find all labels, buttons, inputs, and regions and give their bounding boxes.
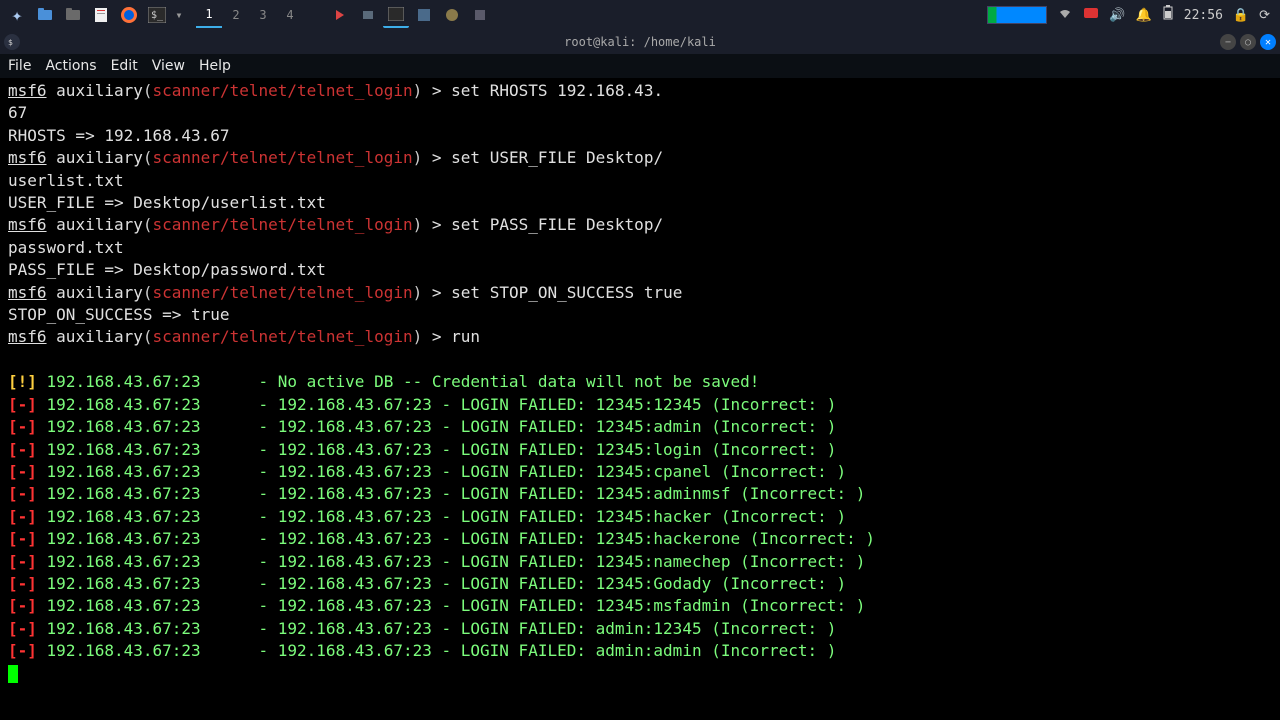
dropdown-icon[interactable]: ▾ [172,2,186,28]
terminal-output[interactable]: msf6 auxiliary(scanner/telnet/telnet_log… [0,78,1280,720]
record-icon[interactable] [1083,6,1099,24]
window-minimize-button[interactable]: − [1220,34,1236,50]
notification-icon[interactable]: 🔔 [1136,8,1152,23]
menu-file[interactable]: File [8,58,31,74]
power-icon[interactable]: ⟳ [1259,8,1270,23]
workspace-2[interactable]: 2 [223,2,249,28]
window-title: root@kali: /home/kali [564,35,716,49]
battery-icon[interactable] [1162,5,1174,25]
terminal-window: $ root@kali: /home/kali − ○ ✕ File Actio… [0,30,1280,720]
desktop-taskbar: ✦ $_ ▾ 1 2 3 4 [0,0,1280,30]
svg-text:$: $ [8,38,13,47]
terminal-cursor [8,665,18,683]
wifi-icon[interactable] [1057,6,1073,24]
app-icon[interactable] [327,2,353,28]
cpu-graph[interactable] [987,6,1047,24]
firefox-icon[interactable] [116,2,142,28]
text-editor-icon[interactable] [88,2,114,28]
window-titlebar[interactable]: $ root@kali: /home/kali − ○ ✕ [0,30,1280,54]
app-icon[interactable] [411,2,437,28]
window-icon[interactable]: $ [4,34,20,50]
app-icon[interactable] [467,2,493,28]
terminal-icon[interactable]: $_ [144,2,170,28]
app-icon[interactable] [355,2,381,28]
files-icon[interactable] [32,2,58,28]
files2-icon[interactable] [60,2,86,28]
kali-menu-icon[interactable]: ✦ [4,2,30,28]
svg-text:$_: $_ [151,10,164,21]
volume-icon[interactable]: 🔊 [1109,8,1125,23]
app-icon[interactable] [439,2,465,28]
window-maximize-button[interactable]: ○ [1240,34,1256,50]
workspace-4[interactable]: 4 [277,2,303,28]
workspace-3[interactable]: 3 [250,2,276,28]
system-tray: 🔊 🔔 22:56 🔒 ⟳ [987,5,1276,25]
workspace-switcher: 1 2 3 4 [196,2,303,28]
menu-actions[interactable]: Actions [45,58,96,74]
menubar: File Actions Edit View Help [0,54,1280,78]
menu-edit[interactable]: Edit [111,58,138,74]
taskbar-terminal-window[interactable] [383,2,409,28]
workspace-1[interactable]: 1 [196,2,222,28]
clock[interactable]: 22:56 [1184,8,1223,23]
menu-help[interactable]: Help [199,58,231,74]
window-close-button[interactable]: ✕ [1260,34,1276,50]
lock-icon[interactable]: 🔒 [1233,8,1249,23]
menu-view[interactable]: View [152,58,185,74]
